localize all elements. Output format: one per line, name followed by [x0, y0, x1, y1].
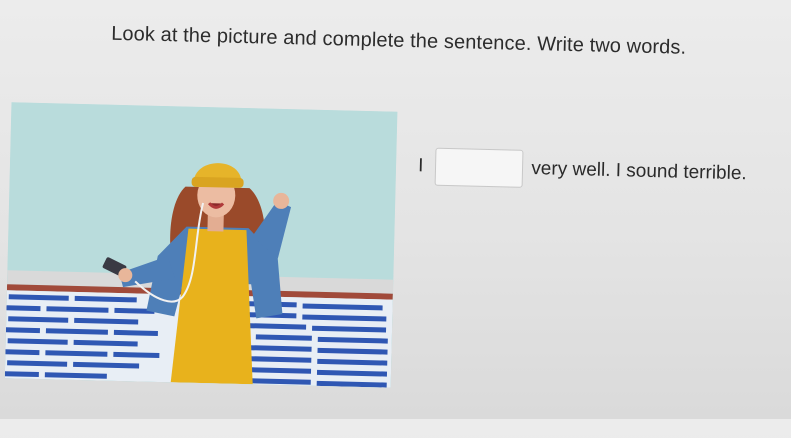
- sentence-prefix: I: [417, 155, 424, 177]
- question-photo: [4, 102, 398, 388]
- sentence-row: I very well. I sound terrible.: [418, 147, 748, 193]
- worksheet: Look at the picture and complete the sen…: [0, 0, 791, 438]
- answer-input[interactable]: [434, 147, 524, 188]
- sentence-suffix: very well. I sound terrible.: [531, 158, 747, 185]
- instruction-text: Look at the picture and complete the sen…: [110, 22, 687, 59]
- photo-woman-singing-icon: [4, 102, 398, 388]
